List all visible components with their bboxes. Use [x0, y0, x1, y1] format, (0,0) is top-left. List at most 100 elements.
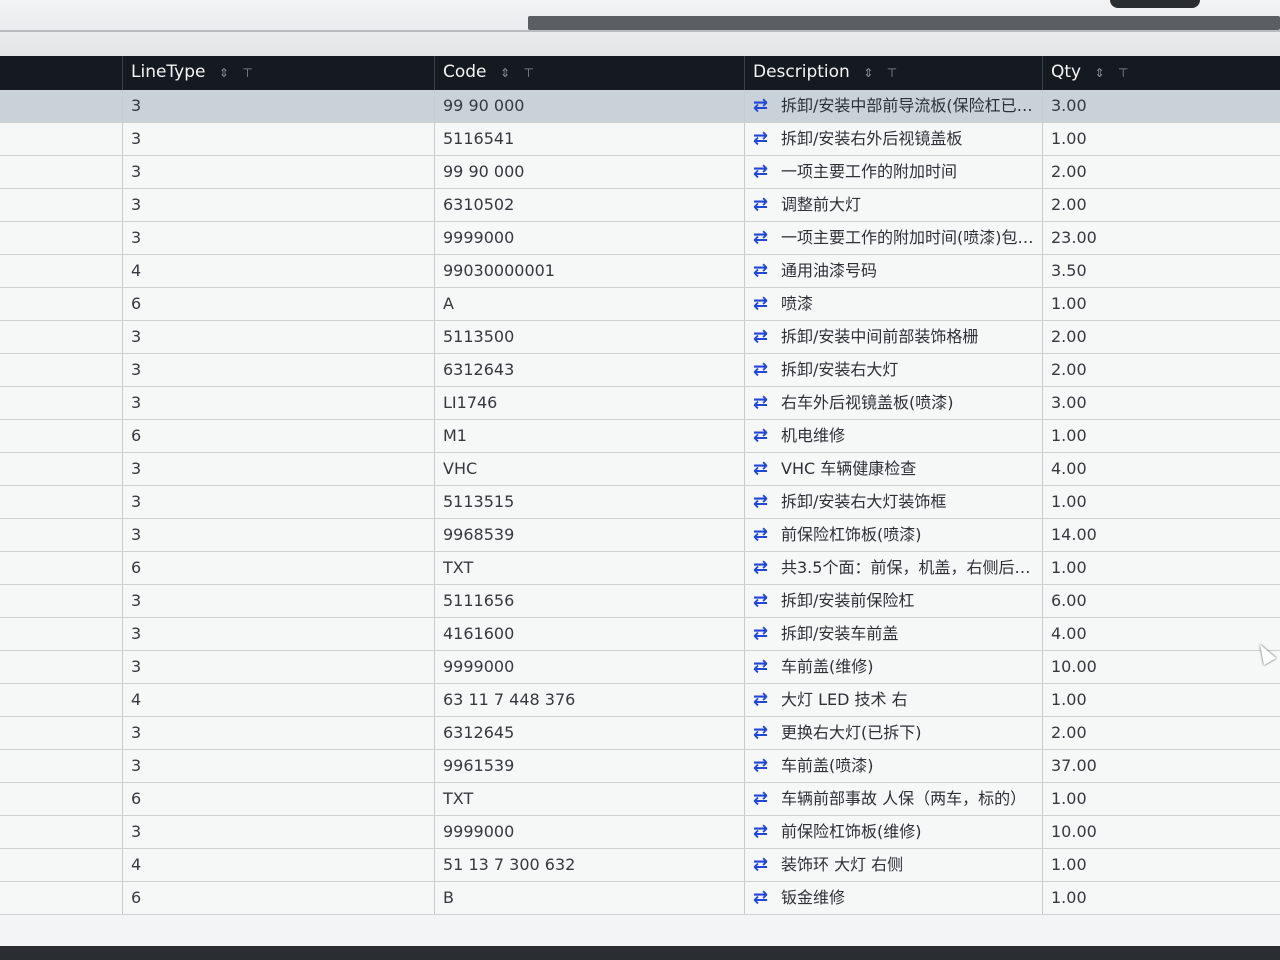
table-row[interactable]: 3 5116541 ⇄ 拆卸/安装右外后视镜盖板 1.00 [0, 123, 1280, 156]
cell-description[interactable]: ⇄ 钣金维修 [744, 882, 1042, 914]
table-row[interactable]: 3 VHC ⇄ VHC 车辆健康检查 4.00 [0, 453, 1280, 486]
table-row[interactable]: 3 9999000 ⇄ 前保险杠饰板(维修) 10.00 [0, 816, 1280, 849]
table-row[interactable]: 3 6312645 ⇄ 更换右大灯(已拆下) 2.00 [0, 717, 1280, 750]
table-row[interactable]: 3 9961539 ⇄ 车前盖(喷漆) 37.00 [0, 750, 1280, 783]
cell-description[interactable]: ⇄ 机电维修 [744, 420, 1042, 452]
cell-description[interactable]: ⇄ 车前盖(维修) [744, 651, 1042, 683]
cell-description[interactable]: ⇄ 装饰环 大灯 右侧 [744, 849, 1042, 881]
sort-icon[interactable]: ⇕ [863, 66, 873, 80]
cell-description[interactable]: ⇄ 拆卸/安装前保险杠 [744, 585, 1042, 617]
cell-description[interactable]: ⇄ 拆卸/安装中间前部装饰格栅 [744, 321, 1042, 353]
swap-icon[interactable]: ⇄ [753, 288, 777, 320]
swap-icon[interactable]: ⇄ [753, 585, 777, 617]
filter-icon[interactable]: ⊤ [242, 66, 252, 80]
table-row[interactable]: 6 TXT ⇄ 车辆前部事故 人保（两车，标的） 1.00 [0, 783, 1280, 816]
table-row[interactable]: 4 99030000001 ⇄ 通用油漆号码 3.50 [0, 255, 1280, 288]
column-header-linetype[interactable]: LineType ⇕ ⊤ [122, 56, 434, 90]
table-row[interactable]: 3 9968539 ⇄ 前保险杠饰板(喷漆) 14.00 [0, 519, 1280, 552]
cell-code: 5111656 [434, 585, 744, 617]
swap-icon[interactable]: ⇄ [753, 189, 777, 221]
cell-description[interactable]: ⇄ 拆卸/安装中部前导流板(保险杠已… [744, 90, 1042, 122]
description-text: 车辆前部事故 人保（两车，标的） [781, 789, 1027, 808]
table-row[interactable]: 4 63 11 7 448 376 ⇄ 大灯 LED 技术 右 1.00 [0, 684, 1280, 717]
table-row[interactable]: 3 99 90 000 ⇄ 一项主要工作的附加时间 2.00 [0, 156, 1280, 189]
table-row[interactable]: 3 99 90 000 ⇄ 拆卸/安装中部前导流板(保险杠已… 3.00 [0, 90, 1280, 123]
table-row[interactable]: 3 6312643 ⇄ 拆卸/安装右大灯 2.00 [0, 354, 1280, 387]
swap-icon[interactable]: ⇄ [753, 90, 777, 122]
column-header-qty[interactable]: Qty ⇕ ⊤ [1042, 56, 1280, 90]
swap-icon[interactable]: ⇄ [753, 684, 777, 716]
swap-icon[interactable]: ⇄ [753, 519, 777, 551]
cell-description[interactable]: ⇄ 右车外后视镜盖板(喷漆) [744, 387, 1042, 419]
table-row[interactable]: 3 4161600 ⇄ 拆卸/安装车前盖 4.00 [0, 618, 1280, 651]
cell-description[interactable]: ⇄ 拆卸/安装右外后视镜盖板 [744, 123, 1042, 155]
cell-code: M1 [434, 420, 744, 452]
cell-qty: 2.00 [1042, 354, 1280, 386]
cell-description[interactable]: ⇄ 前保险杠饰板(喷漆) [744, 519, 1042, 551]
swap-icon[interactable]: ⇄ [753, 123, 777, 155]
cell-linetype: 3 [122, 123, 434, 155]
swap-icon[interactable]: ⇄ [753, 222, 777, 254]
filter-icon[interactable]: ⊤ [1118, 66, 1128, 80]
table-row[interactable]: 3 9999000 ⇄ 一项主要工作的附加时间(喷漆)包… 23.00 [0, 222, 1280, 255]
cell-description[interactable]: ⇄ 更换右大灯(已拆下) [744, 717, 1042, 749]
cell-code: VHC [434, 453, 744, 485]
table-row[interactable]: 3 9999000 ⇄ 车前盖(维修) 10.00 [0, 651, 1280, 684]
cell-description[interactable]: ⇄ 车辆前部事故 人保（两车，标的） [744, 783, 1042, 815]
cell-description[interactable]: ⇄ 调整前大灯 [744, 189, 1042, 221]
cell-description[interactable]: ⇄ 拆卸/安装车前盖 [744, 618, 1042, 650]
column-header-code[interactable]: Code ⇕ ⊤ [434, 56, 744, 90]
cell-description[interactable]: ⇄ 拆卸/安装右大灯装饰框 [744, 486, 1042, 518]
table-row[interactable]: 3 LI1746 ⇄ 右车外后视镜盖板(喷漆) 3.00 [0, 387, 1280, 420]
swap-icon[interactable]: ⇄ [753, 453, 777, 485]
swap-icon[interactable]: ⇄ [753, 321, 777, 353]
table-row[interactable]: 6 A ⇄ 喷漆 1.00 [0, 288, 1280, 321]
cell-qty: 1.00 [1042, 684, 1280, 716]
cell-linetype: 6 [122, 783, 434, 815]
swap-icon[interactable]: ⇄ [753, 783, 777, 815]
cell-description[interactable]: ⇄ 一项主要工作的附加时间 [744, 156, 1042, 188]
cell-description[interactable]: ⇄ 通用油漆号码 [744, 255, 1042, 287]
table-row[interactable]: 3 5113515 ⇄ 拆卸/安装右大灯装饰框 1.00 [0, 486, 1280, 519]
swap-icon[interactable]: ⇄ [753, 354, 777, 386]
cell-description[interactable]: ⇄ 共3.5个面：前保，机盖，右侧后… [744, 552, 1042, 584]
swap-icon[interactable]: ⇄ [753, 420, 777, 452]
cell-description[interactable]: ⇄ 喷漆 [744, 288, 1042, 320]
cell-description[interactable]: ⇄ 拆卸/安装右大灯 [744, 354, 1042, 386]
table-row[interactable]: 6 TXT ⇄ 共3.5个面：前保，机盖，右侧后… 1.00 [0, 552, 1280, 585]
description-text: VHC 车辆健康检查 [781, 459, 917, 478]
table-row[interactable]: 6 B ⇄ 钣金维修 1.00 [0, 882, 1280, 915]
swap-icon[interactable]: ⇄ [753, 849, 777, 881]
swap-icon[interactable]: ⇄ [753, 387, 777, 419]
swap-icon[interactable]: ⇄ [753, 486, 777, 518]
cell-description[interactable]: ⇄ 车前盖(喷漆) [744, 750, 1042, 782]
sort-icon[interactable]: ⇕ [500, 66, 510, 80]
cell-qty: 1.00 [1042, 882, 1280, 914]
swap-icon[interactable]: ⇄ [753, 750, 777, 782]
description-text: 机电维修 [781, 426, 846, 445]
swap-icon[interactable]: ⇄ [753, 255, 777, 287]
table-row[interactable]: 3 5111656 ⇄ 拆卸/安装前保险杠 6.00 [0, 585, 1280, 618]
cell-description[interactable]: ⇄ 前保险杠饰板(维修) [744, 816, 1042, 848]
sort-icon[interactable]: ⇕ [1095, 66, 1105, 80]
table-row[interactable]: 4 51 13 7 300 632 ⇄ 装饰环 大灯 右侧 1.00 [0, 849, 1280, 882]
cell-description[interactable]: ⇄ 一项主要工作的附加时间(喷漆)包… [744, 222, 1042, 254]
description-text: 前保险杠饰板(喷漆) [781, 525, 922, 544]
table-row[interactable]: 3 6310502 ⇄ 调整前大灯 2.00 [0, 189, 1280, 222]
description-text: 车前盖(喷漆) [781, 756, 874, 775]
cell-description[interactable]: ⇄ 大灯 LED 技术 右 [744, 684, 1042, 716]
swap-icon[interactable]: ⇄ [753, 651, 777, 683]
swap-icon[interactable]: ⇄ [753, 717, 777, 749]
swap-icon[interactable]: ⇄ [753, 618, 777, 650]
swap-icon[interactable]: ⇄ [753, 552, 777, 584]
table-row[interactable]: 6 M1 ⇄ 机电维修 1.00 [0, 420, 1280, 453]
filter-icon[interactable]: ⊤ [523, 66, 533, 80]
cell-description[interactable]: ⇄ VHC 车辆健康检查 [744, 453, 1042, 485]
swap-icon[interactable]: ⇄ [753, 156, 777, 188]
sort-icon[interactable]: ⇕ [219, 66, 229, 80]
swap-icon[interactable]: ⇄ [753, 816, 777, 848]
table-row[interactable]: 3 5113500 ⇄ 拆卸/安装中间前部装饰格栅 2.00 [0, 321, 1280, 354]
swap-icon[interactable]: ⇄ [753, 882, 777, 914]
column-header-description[interactable]: Description ⇕ ⊤ [744, 56, 1042, 90]
filter-icon[interactable]: ⊤ [887, 66, 897, 80]
